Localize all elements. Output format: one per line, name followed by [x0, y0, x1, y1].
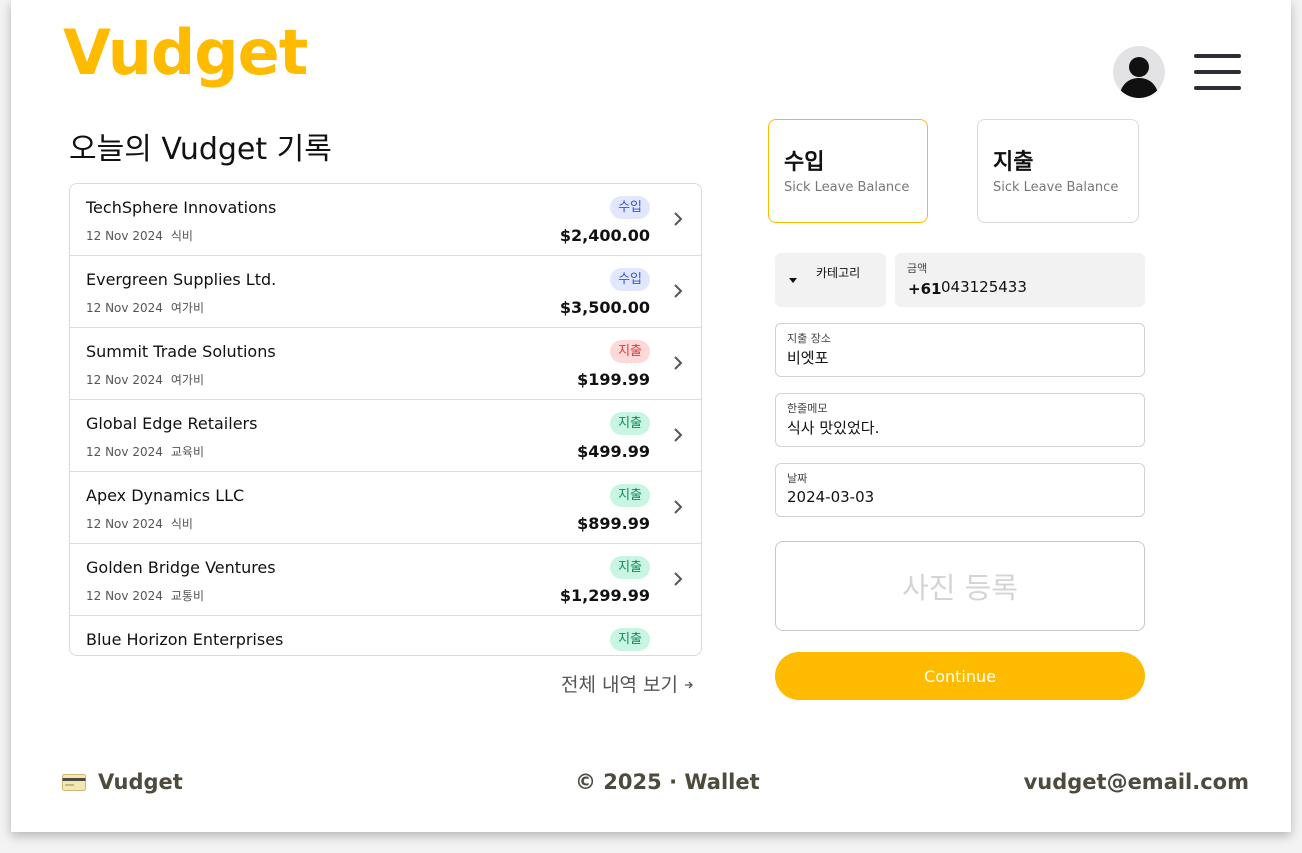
- memo-label: 한줄메모: [787, 402, 828, 415]
- record-amount: $899.99: [577, 514, 650, 533]
- record-name: Blue Horizon Enterprises: [86, 630, 284, 649]
- list-item[interactable]: Global Edge Retailers 12 Nov 2024 교육비 지출 …: [70, 400, 701, 472]
- record-date: 12 Nov 2024: [86, 229, 163, 243]
- record-name: Global Edge Retailers: [86, 414, 258, 433]
- list-item[interactable]: Blue Horizon Enterprises 지출: [70, 616, 701, 655]
- place-field[interactable]: 지출 장소: [775, 323, 1145, 377]
- arrow-right-icon: [685, 681, 693, 689]
- amount-input[interactable]: [941, 278, 1131, 296]
- record-amount: $1,299.99: [559, 586, 650, 605]
- user-icon: [1119, 57, 1159, 98]
- record-category: 여가비: [170, 373, 204, 387]
- caret-down-icon: [789, 278, 797, 283]
- view-all-link[interactable]: 전체 내역 보기: [561, 670, 694, 697]
- list-item[interactable]: Apex Dynamics LLC 12 Nov 2024 식비 지출 $899.…: [70, 472, 701, 544]
- status-badge: 지출: [610, 412, 650, 435]
- place-label: 지출 장소: [787, 332, 831, 345]
- record-meta: 12 Nov 2024 식비: [86, 515, 193, 532]
- record-amount: $3,500.00: [559, 298, 650, 317]
- record-name: Golden Bridge Ventures: [86, 558, 276, 577]
- continue-button[interactable]: Continue: [775, 652, 1145, 700]
- date-field[interactable]: 날짜: [775, 463, 1145, 517]
- status-badge: 수입: [610, 268, 650, 291]
- chevron-right-icon: [674, 356, 683, 370]
- expense-card-title: 지출: [993, 150, 1034, 175]
- user-avatar[interactable]: [1113, 46, 1165, 98]
- record-category: 식비: [170, 517, 193, 531]
- record-amount: $2,400.00: [559, 226, 650, 245]
- chevron-right-icon: [674, 212, 683, 226]
- country-code-prefix: +61: [908, 280, 942, 298]
- view-all-label: 전체 내역 보기: [561, 674, 678, 696]
- record-meta: 12 Nov 2024 식비: [86, 227, 193, 244]
- status-badge: 지출: [610, 340, 650, 363]
- record-date: 12 Nov 2024: [86, 589, 163, 603]
- record-name: Evergreen Supplies Ltd.: [86, 270, 277, 289]
- record-category: 교육비: [170, 445, 204, 459]
- record-name: TechSphere Innovations: [86, 198, 277, 217]
- date-label: 날짜: [787, 472, 808, 485]
- footer-copyright: © 2025 · Wallet: [575, 770, 760, 794]
- photo-upload-label: 사진 등록: [902, 571, 1018, 605]
- status-badge: 지출: [610, 556, 650, 579]
- record-amount: $499.99: [577, 442, 650, 461]
- category-select[interactable]: 카테고리: [775, 253, 886, 307]
- memo-field[interactable]: 한줄메모: [775, 393, 1145, 447]
- chevron-right-icon: [674, 428, 683, 442]
- page: Vudget 오늘의 Vudget 기록 TechSphere Innovati…: [11, 0, 1291, 832]
- status-badge: 지출: [610, 628, 650, 651]
- record-date: 12 Nov 2024: [86, 445, 163, 459]
- chevron-right-icon: [674, 500, 683, 514]
- list-item[interactable]: Summit Trade Solutions 12 Nov 2024 여가비 지출…: [70, 328, 701, 400]
- footer-email[interactable]: vudget@email.com: [1024, 770, 1249, 794]
- amount-label: 금액: [907, 262, 928, 275]
- income-card-subtitle: Sick Leave Balance: [784, 180, 910, 195]
- record-category: 식비: [170, 229, 193, 243]
- status-badge: 지출: [610, 484, 650, 507]
- footer-brand-name: Vudget: [98, 770, 183, 794]
- status-badge: 수입: [610, 196, 650, 219]
- record-date: 12 Nov 2024: [86, 301, 163, 315]
- record-name: Apex Dynamics LLC: [86, 486, 245, 505]
- date-input[interactable]: [787, 488, 1127, 506]
- record-name: Summit Trade Solutions: [86, 342, 276, 361]
- record-date: 12 Nov 2024: [86, 373, 163, 387]
- chevron-right-icon: [674, 572, 683, 586]
- credit-card-icon: [62, 773, 86, 791]
- record-category: 여가비: [170, 301, 204, 315]
- page-title: 오늘의 Vudget 기록: [69, 132, 332, 167]
- menu-icon[interactable]: [1194, 54, 1241, 90]
- list-item[interactable]: Golden Bridge Ventures 12 Nov 2024 교통비 지출…: [70, 544, 701, 616]
- list-item[interactable]: TechSphere Innovations 12 Nov 2024 식비 수입 …: [70, 184, 701, 256]
- record-date: 12 Nov 2024: [86, 517, 163, 531]
- record-meta: 12 Nov 2024 교통비: [86, 587, 204, 604]
- expense-card-subtitle: Sick Leave Balance: [993, 180, 1119, 195]
- category-label: 카테고리: [816, 266, 861, 280]
- record-meta: 12 Nov 2024 여가비: [86, 299, 204, 316]
- record-meta: 12 Nov 2024 여가비: [86, 371, 204, 388]
- footer-brand: Vudget: [62, 770, 183, 794]
- record-category: 교통비: [170, 589, 204, 603]
- record-meta: 12 Nov 2024 교육비: [86, 443, 204, 460]
- amount-field[interactable]: 금액 +61: [895, 253, 1145, 307]
- list-item[interactable]: Evergreen Supplies Ltd. 12 Nov 2024 여가비 수…: [70, 256, 701, 328]
- record-list: TechSphere Innovations 12 Nov 2024 식비 수입 …: [69, 183, 702, 656]
- place-input[interactable]: [787, 348, 1127, 366]
- photo-upload[interactable]: 사진 등록: [775, 541, 1145, 631]
- income-type-card[interactable]: 수입 Sick Leave Balance: [768, 119, 928, 223]
- chevron-right-icon: [674, 284, 683, 298]
- app-logo[interactable]: Vudget: [63, 22, 308, 84]
- expense-type-card[interactable]: 지출 Sick Leave Balance: [977, 119, 1139, 223]
- memo-input[interactable]: [787, 418, 1127, 436]
- record-amount: $199.99: [577, 370, 650, 389]
- income-card-title: 수입: [784, 150, 825, 175]
